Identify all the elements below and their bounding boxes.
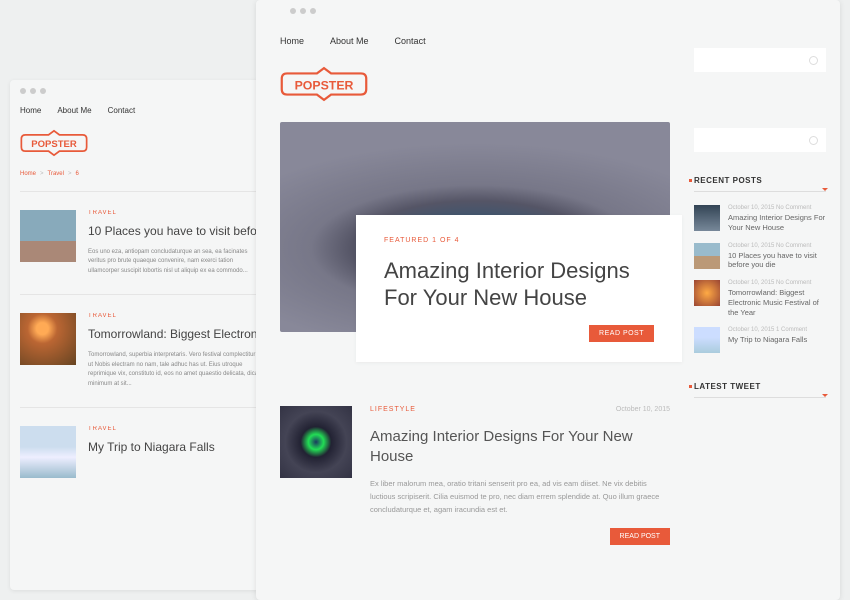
recent-post-meta: October 10, 2015 No Comment bbox=[728, 280, 826, 286]
sidebar: RECENT POSTS October 10, 2015 No Comment… bbox=[694, 0, 840, 600]
post-category[interactable]: TRAVEL bbox=[88, 426, 260, 432]
post-date: October 10, 2015 bbox=[616, 406, 670, 413]
recent-post-item[interactable]: October 10, 2015 No Comment 10 Places you… bbox=[694, 238, 826, 276]
widget-title-tweet: LATEST TWEET bbox=[694, 376, 826, 398]
svg-text:POPSTER: POPSTER bbox=[31, 139, 77, 150]
post-thumbnail[interactable] bbox=[20, 313, 76, 365]
recent-post-thumb bbox=[694, 280, 720, 306]
window-controls bbox=[10, 80, 270, 102]
post-item: TRAVEL Tomorrowland: Biggest Electronic M… bbox=[20, 294, 260, 407]
recent-post-title[interactable]: Tomorrowland: Biggest Electronic Music F… bbox=[728, 288, 826, 317]
recent-post-thumb bbox=[694, 205, 720, 231]
widget-title-recent: RECENT POSTS bbox=[694, 170, 826, 192]
recent-post-item[interactable]: October 10, 2015 No Comment Tomorrowland:… bbox=[694, 275, 826, 322]
recent-post-item[interactable]: October 10, 2015 No Comment Amazing Inter… bbox=[694, 200, 826, 238]
breadcrumb: Home>Travel>6 bbox=[20, 171, 260, 177]
post-category[interactable]: LIFESTYLE bbox=[370, 406, 416, 413]
site-logo[interactable]: POPSTER bbox=[280, 66, 670, 102]
recent-post-meta: October 10, 2015 No Comment bbox=[728, 243, 826, 249]
hero-title[interactable]: Amazing Interior Designs For Your New Ho… bbox=[384, 258, 654, 311]
recent-post-meta: October 10, 2015 1 Comment bbox=[728, 327, 826, 333]
recent-post-title[interactable]: My Trip to Niagara Falls bbox=[728, 335, 826, 345]
browser-window-primary: Home About Me Contact POPSTER FEATURED 1… bbox=[256, 0, 840, 600]
main-nav: Home About Me Contact bbox=[280, 22, 670, 60]
search-input[interactable] bbox=[694, 128, 826, 152]
post-item: LIFESTYLE October 10, 2015 Amazing Inter… bbox=[280, 388, 670, 545]
post-excerpt: Tomorrowland, superbia interpretaris. Ve… bbox=[88, 351, 260, 389]
post-thumbnail[interactable] bbox=[20, 210, 76, 262]
crumb-count: 6 bbox=[76, 171, 79, 177]
search-box-secondary[interactable] bbox=[694, 128, 826, 152]
crumb-home[interactable]: Home bbox=[20, 171, 36, 177]
recent-post-thumb bbox=[694, 327, 720, 353]
crumb-cat[interactable]: Travel bbox=[48, 171, 64, 177]
nav-home[interactable]: Home bbox=[280, 36, 304, 46]
post-thumbnail[interactable] bbox=[20, 426, 76, 478]
post-excerpt: Ex liber malorum mea, oratio tritani sen… bbox=[370, 478, 670, 516]
recent-post-title[interactable]: Amazing Interior Designs For Your New Ho… bbox=[728, 213, 826, 233]
recent-post-meta: October 10, 2015 No Comment bbox=[728, 205, 826, 211]
post-excerpt: Eos uno eza, antiopam concludaturque an … bbox=[88, 248, 260, 277]
featured-label: FEATURED 1 OF 4 bbox=[384, 237, 654, 244]
main-nav: Home About Me Contact bbox=[20, 102, 260, 123]
browser-window-secondary: Home About Me Contact POPSTER Home>Trave… bbox=[10, 80, 270, 590]
post-item: TRAVEL 10 Places you have to visit before… bbox=[20, 191, 260, 294]
nav-about[interactable]: About Me bbox=[57, 106, 91, 115]
svg-text:POPSTER: POPSTER bbox=[295, 78, 354, 92]
nav-home[interactable]: Home bbox=[20, 106, 41, 115]
post-title[interactable]: 10 Places you have to visit before you d… bbox=[88, 224, 260, 240]
nav-about[interactable]: About Me bbox=[330, 36, 369, 46]
post-title[interactable]: My Trip to Niagara Falls bbox=[88, 440, 260, 456]
site-logo[interactable]: POPSTER bbox=[20, 129, 260, 157]
recent-post-title[interactable]: 10 Places you have to visit before you d… bbox=[728, 251, 826, 271]
recent-post-thumb bbox=[694, 243, 720, 269]
read-post-button[interactable]: READ POST bbox=[610, 528, 670, 545]
nav-contact[interactable]: Contact bbox=[108, 106, 136, 115]
post-item: TRAVEL My Trip to Niagara Falls bbox=[20, 407, 260, 496]
nav-contact[interactable]: Contact bbox=[395, 36, 426, 46]
post-title[interactable]: Tomorrowland: Biggest Electronic Music F… bbox=[88, 327, 260, 343]
read-post-button[interactable]: READ POST bbox=[589, 325, 654, 342]
post-title[interactable]: Amazing Interior Designs For Your New Ho… bbox=[370, 427, 670, 466]
featured-hero: FEATURED 1 OF 4 Amazing Interior Designs… bbox=[280, 122, 670, 332]
hero-card: FEATURED 1 OF 4 Amazing Interior Designs… bbox=[356, 215, 682, 362]
window-controls bbox=[280, 0, 670, 22]
post-thumbnail[interactable] bbox=[280, 406, 352, 478]
post-category[interactable]: TRAVEL bbox=[88, 313, 260, 319]
post-category[interactable]: TRAVEL bbox=[88, 210, 260, 216]
search-input[interactable] bbox=[694, 48, 826, 72]
recent-post-item[interactable]: October 10, 2015 1 Comment My Trip to Nia… bbox=[694, 322, 826, 358]
search-box[interactable] bbox=[694, 48, 826, 72]
